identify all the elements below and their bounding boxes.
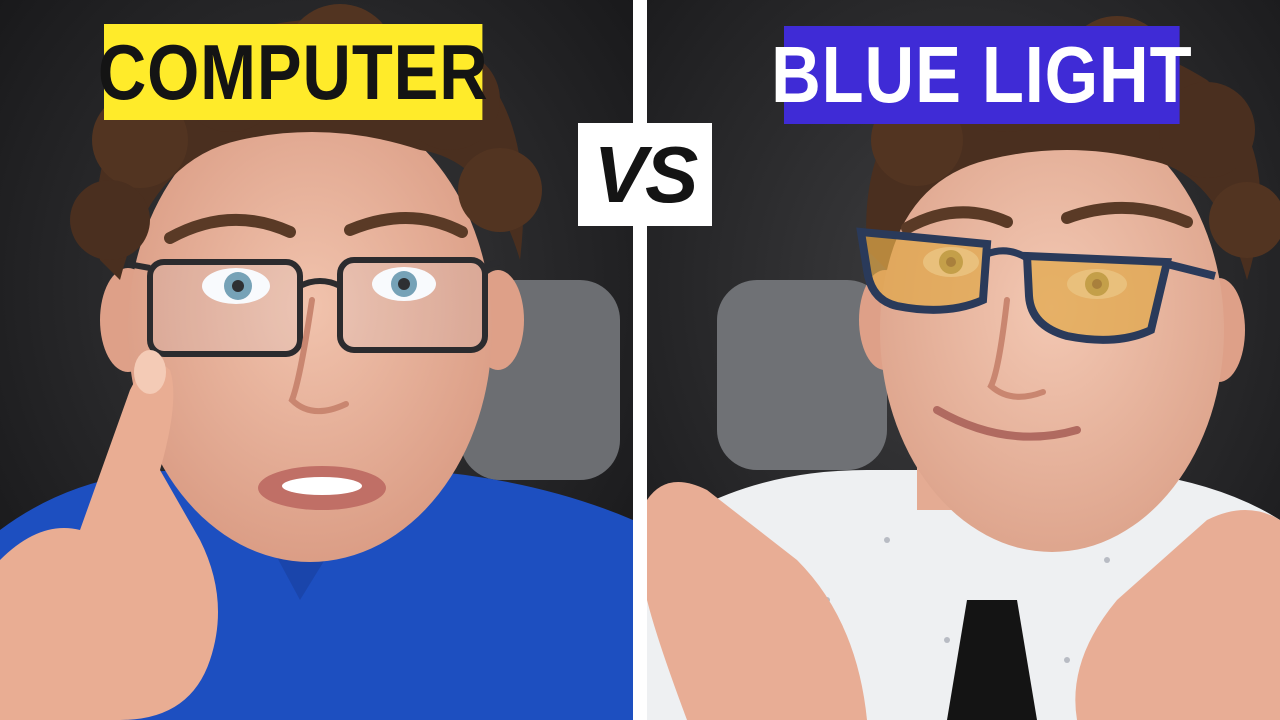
video-thumbnail: COMPUTER BLUE LIGHT VS: [0, 0, 1280, 720]
vs-badge: VS: [578, 123, 712, 226]
blue-light-label: BLUE LIGHT: [771, 26, 1192, 124]
computer-label: COMPUTER: [98, 24, 488, 120]
center-divider: [633, 0, 647, 720]
